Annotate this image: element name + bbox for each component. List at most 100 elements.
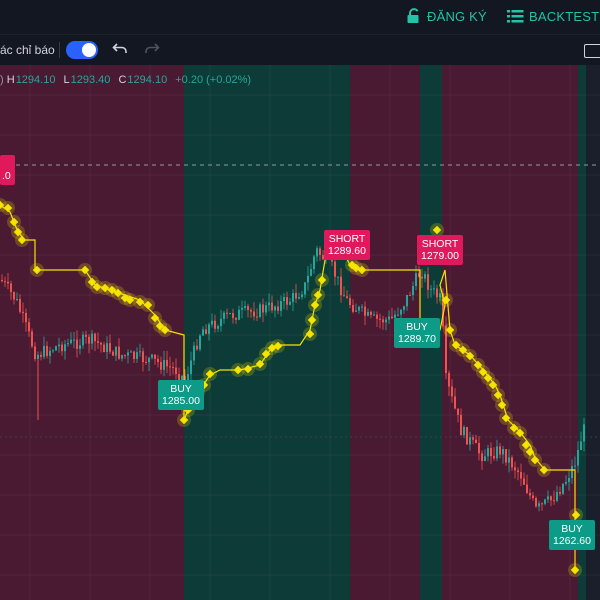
- candle-body: [103, 344, 105, 353]
- buy-signal-label-2: BUY 1285.00: [158, 380, 204, 410]
- candle-body: [448, 373, 450, 387]
- buy-signal-label-1: BUY 1289.70: [394, 318, 440, 348]
- candle-body: [139, 351, 141, 353]
- candle-body: [544, 499, 546, 504]
- candle-body: [535, 498, 537, 507]
- legend-change: +0.20 (+0.02%): [175, 74, 252, 86]
- candle-body: [421, 276, 423, 279]
- window-icon[interactable]: [584, 44, 600, 58]
- short-signal-label-1: SHORT 1289.60: [324, 230, 370, 260]
- candle-body: [112, 351, 114, 356]
- candle-body: [568, 478, 570, 482]
- candle-body: [148, 357, 150, 363]
- candle-body: [67, 343, 69, 345]
- candle-body: [478, 443, 480, 454]
- candle-body: [358, 306, 360, 311]
- candle-body: [574, 465, 576, 467]
- candle-body: [262, 304, 264, 313]
- candle-body: [52, 350, 54, 352]
- candle-body: [433, 288, 435, 290]
- candle-body: [484, 456, 486, 462]
- candle-body: [355, 310, 357, 312]
- candle-body: [466, 427, 468, 445]
- candle-body: [265, 305, 267, 313]
- candle-body: [538, 503, 540, 507]
- candle-body: [454, 396, 456, 409]
- buy-signal-label-3: BUY 1262.60: [549, 520, 595, 550]
- candle-body: [79, 345, 81, 349]
- candle-body: [43, 345, 45, 357]
- candle-body: [259, 304, 261, 317]
- legend-high: 1294.10: [15, 74, 56, 86]
- candle-body: [313, 256, 315, 270]
- candle-body: [7, 281, 9, 284]
- candle-body: [61, 344, 63, 352]
- candle-body: [202, 329, 204, 336]
- candle-body: [100, 342, 102, 345]
- candle-body: [10, 283, 12, 293]
- candle-body: [208, 324, 210, 334]
- short-signal-label-2: SHORT 1279.00: [417, 235, 463, 265]
- candle-body: [46, 345, 48, 356]
- short-signal-2-text: SHORT: [421, 238, 459, 250]
- candle-body: [451, 386, 453, 397]
- candle-body: [553, 500, 555, 502]
- short-signal-1-price: 1289.60: [328, 245, 366, 257]
- ohlc-legend: ) H1294.10 L1293.40 C1294.10 +0.20 (+0.0…: [0, 74, 256, 86]
- short-signal-1-text: SHORT: [328, 233, 366, 245]
- legend-prefix: ): [0, 74, 4, 86]
- candle-body: [34, 346, 36, 360]
- indicators-button[interactable]: ác chỉ báo: [0, 43, 55, 57]
- candle-body: [70, 339, 72, 344]
- candle-body: [475, 439, 477, 444]
- legend-high-label: H: [6, 74, 15, 86]
- candle-body: [229, 313, 231, 315]
- register-button[interactable]: ĐĂNG KÝ: [406, 6, 487, 26]
- buy-signal-3-price: 1262.60: [553, 535, 591, 547]
- candle-body: [175, 367, 177, 375]
- candle-body: [115, 346, 117, 356]
- candle-body: [292, 292, 294, 302]
- candle-body: [16, 299, 18, 301]
- candle-body: [1, 280, 3, 282]
- candle-body: [241, 307, 243, 310]
- legend-close: 1294.10: [127, 74, 168, 86]
- candle-body: [172, 367, 174, 369]
- buy-signal-2-price: 1285.00: [162, 395, 200, 407]
- candle-body: [343, 295, 345, 297]
- buy-signal-2-text: BUY: [170, 383, 192, 395]
- candle-body: [562, 483, 564, 494]
- candle-body: [25, 312, 27, 323]
- legend-low: 1293.40: [70, 74, 111, 86]
- short-signal-edge-text: [2, 158, 11, 170]
- candle-body: [400, 309, 402, 315]
- candle-body: [502, 448, 504, 455]
- candle-body: [583, 424, 585, 442]
- candle-body: [289, 301, 291, 305]
- candle-body: [304, 282, 306, 295]
- candle-body: [49, 350, 51, 356]
- undo-icon[interactable]: [112, 42, 128, 56]
- candle-body: [532, 495, 534, 499]
- candle-body: [166, 359, 168, 367]
- candle-body: [409, 294, 411, 296]
- backtest-label: BACKTEST: [529, 8, 600, 24]
- candle-body: [379, 318, 381, 320]
- candle-body: [142, 351, 144, 363]
- indicator-toggle[interactable]: [66, 41, 98, 59]
- candle-body: [13, 292, 15, 300]
- candle-body: [397, 314, 399, 316]
- candle-body: [199, 335, 201, 350]
- short-signal-2-price: 1279.00: [421, 250, 459, 262]
- price-chart[interactable]: [0, 65, 600, 600]
- legend-close-label: C: [118, 74, 127, 86]
- candle-body: [94, 333, 96, 342]
- candle-body: [556, 492, 558, 501]
- backtest-button[interactable]: BACKTEST: [507, 6, 599, 26]
- candle-body: [73, 339, 75, 341]
- candle-body: [121, 355, 123, 359]
- candle-body: [352, 305, 354, 312]
- candle-body: [244, 306, 246, 308]
- candle-body: [19, 299, 21, 312]
- candle-body: [391, 316, 393, 319]
